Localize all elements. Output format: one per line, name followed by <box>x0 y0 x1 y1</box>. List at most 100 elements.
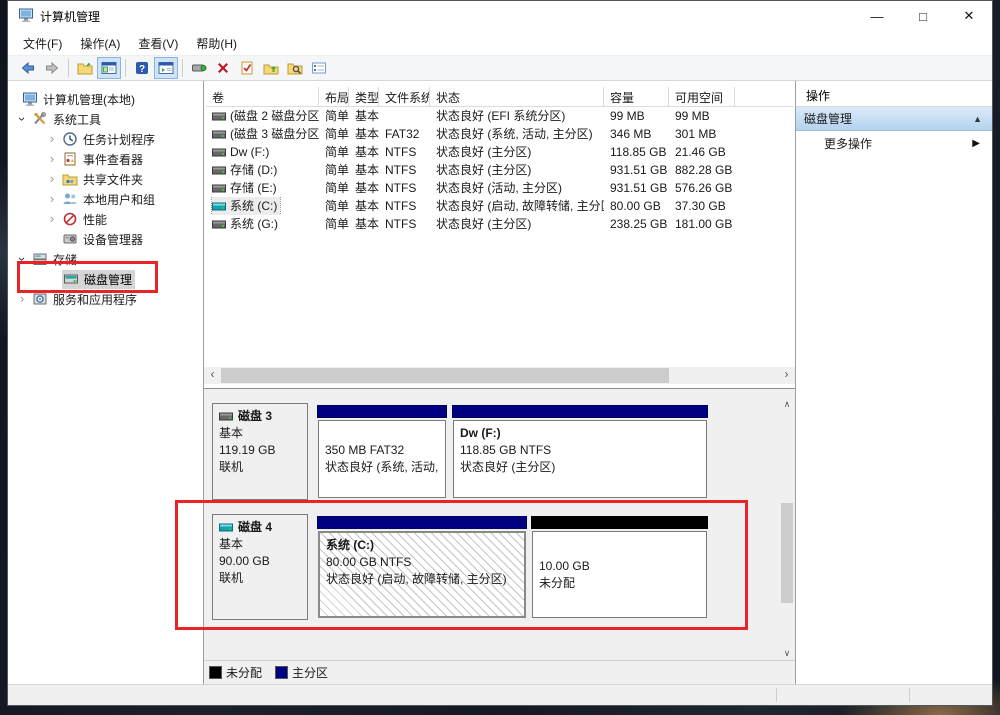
more-actions-item[interactable]: 更多操作 ▶ <box>796 131 992 155</box>
statusbar-separator <box>776 688 777 702</box>
minimize-button[interactable]: — <box>854 1 900 31</box>
tree-selection-highlight: 磁盘管理 <box>62 270 135 289</box>
disk-3-row: 磁盘 3 基本 119.19 GB 联机 350 MB FAT32 状态良好 (… <box>210 403 712 500</box>
chevron-collapsed-icon[interactable]: › <box>46 133 58 145</box>
tree-item-shared-folders[interactable]: › 共享文件夹 <box>8 169 203 189</box>
primary-partition-swatch <box>276 667 287 678</box>
tree-item-computer-management[interactable]: 计算机管理(本地) <box>8 89 203 109</box>
computer-management-window: 计算机管理 — □ ✕ 文件(F) 操作(A) 查看(V) 帮助(H) ? <box>7 0 993 706</box>
tree-item-disk-management[interactable]: 磁盘管理 <box>8 269 203 289</box>
tree-item-storage[interactable]: › 存储 <box>8 249 203 269</box>
scroll-up-icon[interactable]: ∧ <box>780 396 794 412</box>
partition-color-bar <box>452 405 708 418</box>
vertical-scroll-thumb[interactable] <box>781 503 793 603</box>
disk-management-icon <box>63 271 79 287</box>
menu-bar: 文件(F) 操作(A) 查看(V) 帮助(H) <box>8 31 992 55</box>
header-layout[interactable]: 布局 <box>319 87 349 106</box>
disk-3-label-panel[interactable]: 磁盘 3 基本 119.19 GB 联机 <box>212 403 308 500</box>
tree-item-services-applications[interactable]: › 服务和应用程序 <box>8 289 203 309</box>
app-icon <box>18 7 34 26</box>
disk-4-row: 磁盘 4 基本 90.00 GB 联机 系统 (C:) 80.00 GB NTF… <box>210 514 712 620</box>
tree-item-performance[interactable]: › 性能 <box>8 209 203 229</box>
chevron-collapsed-icon[interactable]: › <box>46 173 58 185</box>
volume-row[interactable]: Dw (F:) 简单 基本 NTFS 状态良好 (主分区) 118.85 GB … <box>206 143 793 161</box>
back-icon[interactable] <box>16 57 40 79</box>
header-capacity[interactable]: 容量 <box>604 87 669 106</box>
volume-icon <box>212 130 226 139</box>
delete-icon[interactable] <box>211 57 235 79</box>
partition-color-bar <box>317 405 447 418</box>
header-type[interactable]: 类型 <box>349 87 379 106</box>
disk4-unallocated-space[interactable]: 10.00 GB 未分配 <box>531 516 708 618</box>
header-filesystem[interactable]: 文件系统 <box>379 87 430 106</box>
volume-row-selected[interactable]: 系统 (C:) 简单 基本 NTFS 状态良好 (启动, 故障转储, 主分区) … <box>206 197 793 215</box>
folder-up-icon[interactable] <box>259 57 283 79</box>
forward-icon[interactable] <box>40 57 64 79</box>
close-button[interactable]: ✕ <box>946 1 992 31</box>
volume-icon <box>212 220 226 229</box>
volume-row[interactable]: 存储 (D:) 简单 基本 NTFS 状态良好 (主分区) 931.51 GB … <box>206 161 793 179</box>
header-volume[interactable]: 卷 <box>206 87 319 106</box>
tree-item-task-scheduler[interactable]: › 任务计划程序 <box>8 129 203 149</box>
tools-icon <box>32 111 48 127</box>
show-action-pane-icon[interactable] <box>154 57 178 79</box>
scroll-left-icon[interactable]: ‹ <box>204 367 221 384</box>
properties-list-icon[interactable] <box>307 57 331 79</box>
tree-item-device-manager[interactable]: 设备管理器 <box>8 229 203 249</box>
task-scheduler-icon <box>62 131 78 147</box>
help-icon[interactable]: ? <box>130 57 154 79</box>
horizontal-scroll-thumb[interactable] <box>221 368 669 383</box>
disk3-partition-dw-f[interactable]: Dw (F:) 118.85 GB NTFS 状态良好 (主分区) <box>452 405 708 498</box>
disk-icon <box>219 412 233 421</box>
partition-legend: 未分配 主分区 <box>204 660 795 684</box>
menu-help[interactable]: 帮助(H) <box>187 32 246 55</box>
volume-list: 卷 布局 类型 文件系统 状态 容量 可用空间 (磁盘 2 磁盘分区 1) 简单… <box>204 81 795 387</box>
volume-row[interactable]: (磁盘 3 磁盘分区 1) 简单 基本 FAT32 状态良好 (系统, 活动, … <box>206 125 793 143</box>
chevron-collapsed-icon[interactable]: › <box>46 153 58 165</box>
shared-folder-icon <box>62 171 78 187</box>
desktop: 计算机管理 — □ ✕ 文件(F) 操作(A) 查看(V) 帮助(H) ? <box>0 0 1000 715</box>
connect-computer-icon[interactable] <box>187 57 211 79</box>
status-bar <box>8 684 992 705</box>
volume-row[interactable]: (磁盘 2 磁盘分区 1) 简单 基本 状态良好 (EFI 系统分区) 99 M… <box>206 107 793 125</box>
window-title: 计算机管理 <box>40 8 100 25</box>
header-free-space[interactable]: 可用空间 <box>669 87 735 106</box>
menu-view[interactable]: 查看(V) <box>129 32 187 55</box>
volume-icon <box>212 166 226 175</box>
chevron-expanded-icon[interactable]: › <box>16 253 28 265</box>
device-manager-icon <box>62 231 78 247</box>
users-icon <box>62 191 78 207</box>
actions-title: 操作 <box>796 81 992 107</box>
scroll-down-icon[interactable]: ∨ <box>780 645 794 661</box>
header-status[interactable]: 状态 <box>430 87 604 106</box>
maximize-button[interactable]: □ <box>900 1 946 31</box>
chevron-collapsed-icon[interactable]: › <box>46 193 58 205</box>
volume-icon <box>212 184 226 193</box>
export-folder-icon[interactable] <box>73 57 97 79</box>
console-tree: 计算机管理(本地) › 系统工具 › 任务计划程序 › 事件查看器 <box>8 81 204 684</box>
disk4-partition-system-c[interactable]: 系统 (C:) 80.00 GB NTFS 状态良好 (启动, 故障转储, 主分… <box>317 516 527 618</box>
tree-item-event-viewer[interactable]: › 事件查看器 <box>8 149 203 169</box>
disk3-partition-efi[interactable]: 350 MB FAT32 状态良好 (系统, 活动, <box>317 405 447 498</box>
tree-item-system-tools[interactable]: › 系统工具 <box>8 109 203 129</box>
show-console-tree-icon[interactable] <box>97 57 121 79</box>
horizontal-scrollbar[interactable]: ‹ › <box>204 367 795 384</box>
volume-icon-selected <box>212 202 226 211</box>
chevron-collapsed-icon[interactable]: › <box>16 293 28 305</box>
tree-item-local-users-groups[interactable]: › 本地用户和组 <box>8 189 203 209</box>
volume-row[interactable]: 系统 (G:) 简单 基本 NTFS 状态良好 (主分区) 238.25 GB … <box>206 215 793 233</box>
check-document-icon[interactable] <box>235 57 259 79</box>
chevron-collapsed-icon[interactable]: › <box>46 213 58 225</box>
chevron-expanded-icon[interactable]: › <box>16 113 28 125</box>
partition-color-bar <box>317 516 527 529</box>
actions-section-disk-management[interactable]: 磁盘管理 ▲ <box>796 107 992 131</box>
menu-action[interactable]: 操作(A) <box>71 32 129 55</box>
collapse-icon[interactable]: ▲ <box>973 114 982 124</box>
disk-4-label-panel[interactable]: 磁盘 4 基本 90.00 GB 联机 <box>212 514 308 620</box>
toolbar-separator <box>125 59 126 77</box>
vertical-scrollbar[interactable]: ∧ ∨ <box>780 396 794 661</box>
volume-row[interactable]: 存储 (E:) 简单 基本 NTFS 状态良好 (活动, 主分区) 931.51… <box>206 179 793 197</box>
scroll-right-icon[interactable]: › <box>778 367 795 384</box>
menu-file[interactable]: 文件(F) <box>14 32 71 55</box>
folder-search-icon[interactable] <box>283 57 307 79</box>
